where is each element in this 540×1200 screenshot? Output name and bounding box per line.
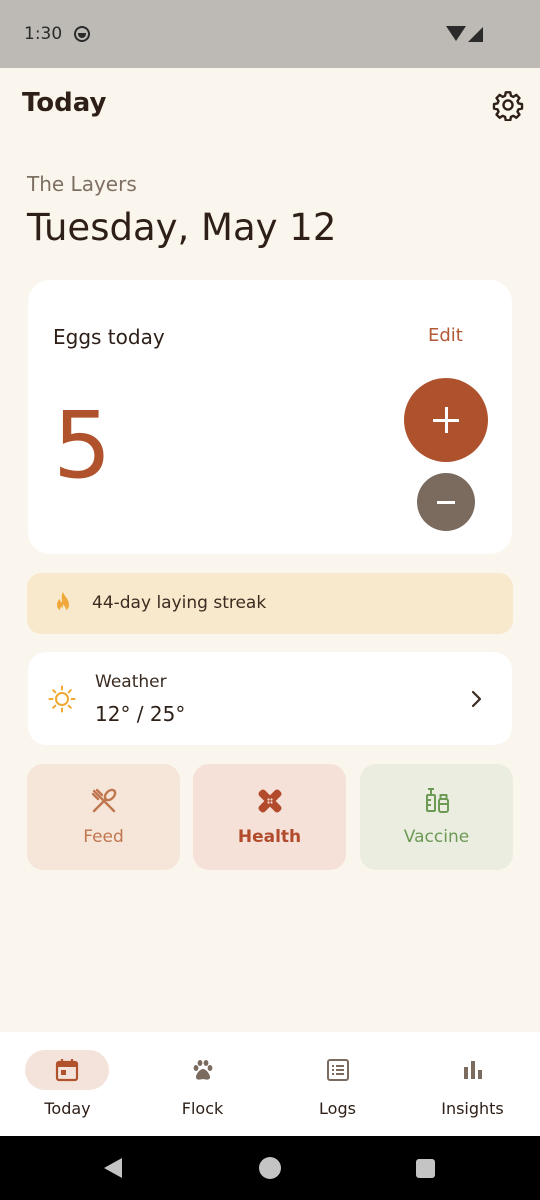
- wifi-icon: [446, 26, 466, 41]
- decrement-eggs-button[interactable]: [417, 473, 475, 531]
- weather-temp: 12° / 25°: [95, 702, 186, 726]
- health-label: Health: [237, 827, 302, 847]
- vaccine-label: Vaccine: [403, 827, 470, 847]
- page-title: Today: [22, 88, 107, 118]
- back-icon[interactable]: [104, 1158, 122, 1178]
- flock-name: The Layers: [27, 172, 137, 196]
- bandage-icon: [258, 789, 282, 813]
- streak-text: 44-day laying streak: [92, 593, 267, 613]
- nav-label-today: Today: [44, 1099, 91, 1118]
- sun-icon: [48, 685, 76, 713]
- utensils-icon: [91, 788, 117, 813]
- bottom-nav: Today Flock Logs Insights: [0, 1032, 540, 1136]
- calendar-icon: [55, 1059, 79, 1082]
- list-icon: [327, 1059, 349, 1081]
- vaccine-tile[interactable]: Vaccine: [360, 764, 513, 870]
- status-time: 1:30: [24, 24, 63, 44]
- notification-icon: [74, 26, 90, 42]
- settings-button[interactable]: [492, 89, 524, 122]
- nav-item-flock[interactable]: Flock: [135, 1032, 270, 1136]
- nav-label-flock: Flock: [181, 1099, 224, 1118]
- nav-item-today[interactable]: Today: [0, 1032, 135, 1136]
- bar-chart-icon: [464, 1061, 482, 1079]
- feed-tile[interactable]: Feed: [27, 764, 180, 870]
- nav-item-logs[interactable]: Logs: [270, 1032, 405, 1136]
- weather-card[interactable]: Weather 12° / 25°: [28, 652, 512, 745]
- feed-label: Feed: [83, 827, 124, 847]
- nav-item-insights[interactable]: Insights: [405, 1032, 540, 1136]
- streak-banner: 44-day laying streak: [27, 573, 513, 634]
- weather-label: Weather: [95, 672, 167, 692]
- health-tile[interactable]: Health: [193, 764, 346, 870]
- nav-label-logs: Logs: [319, 1099, 356, 1118]
- signal-icon: [468, 27, 483, 42]
- status-bar: 1:30: [0, 0, 540, 68]
- recents-icon[interactable]: [416, 1159, 435, 1178]
- home-icon[interactable]: [259, 1157, 281, 1179]
- edit-button[interactable]: Edit: [428, 325, 463, 346]
- chevron-right-icon: [471, 690, 482, 708]
- paw-icon: [193, 1060, 213, 1080]
- egg-count: 5: [53, 392, 112, 499]
- flame-icon: [57, 592, 69, 613]
- syringe-icon: [426, 788, 449, 813]
- eggs-label: Eggs today: [53, 325, 165, 349]
- eggs-card: Eggs today Edit 5: [28, 280, 512, 554]
- date-heading: Tuesday, May 12: [27, 206, 337, 249]
- increment-eggs-button[interactable]: [404, 378, 488, 462]
- nav-label-insights: Insights: [441, 1099, 504, 1118]
- gear-icon: [492, 91, 524, 122]
